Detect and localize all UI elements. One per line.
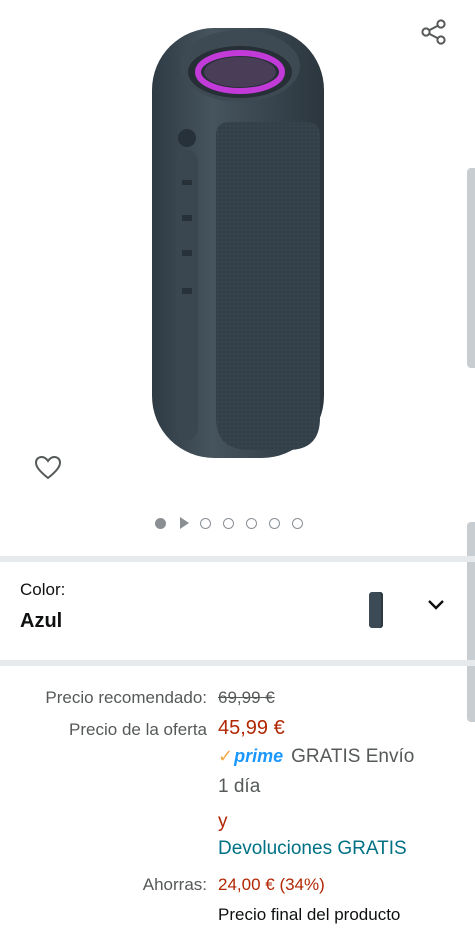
favorite-button[interactable] [30,450,66,486]
carousel-dot-active[interactable] [155,517,166,529]
color-label: Color: [20,580,66,599]
shipping-text: GRATIS Envío [291,746,415,767]
color-selector[interactable]: Color: Azul [0,566,475,656]
color-value: Azul [20,610,63,632]
savings-value: 24,00 € (34%) [218,875,325,894]
savings-label: Ahorras: [142,875,207,894]
carousel-dot[interactable] [200,517,211,529]
prime-shipping: ✓ prime GRATIS Envío [218,746,414,768]
chevron-down-icon [428,600,444,610]
image-carousel-indicators [155,514,303,532]
heart-icon [34,455,62,480]
share-button[interactable] [416,14,452,50]
carousel-dot[interactable] [246,517,257,529]
recommended-price-label: Precio recomendado: [45,688,207,707]
share-icon [421,19,446,45]
section-divider [0,556,475,562]
shipping-days: 1 día [218,776,261,797]
final-price-note: Precio final del producto [218,905,401,924]
prime-word: prime [234,746,284,766]
video-play-icon[interactable] [180,517,189,529]
offer-price-label: Precio de la oferta [69,720,207,739]
carousel-dot[interactable] [269,517,280,529]
offer-price-value: 45,99 € [218,717,285,739]
carousel-dot[interactable] [292,517,303,529]
color-swatch[interactable] [369,592,383,628]
product-image[interactable] [138,10,338,462]
recommended-price-value: 69,99 € [218,688,275,707]
scroll-handle[interactable] [467,168,475,368]
carousel-dot[interactable] [223,517,234,529]
dropdown-toggle[interactable] [425,594,447,616]
free-returns-link[interactable]: Devoluciones GRATIS [218,838,407,860]
section-divider [0,660,475,666]
and-text: y [218,811,228,832]
product-image-gallery[interactable] [0,0,475,550]
prime-check-icon: ✓ [218,746,234,766]
prime-logo[interactable]: ✓ prime [218,746,283,767]
